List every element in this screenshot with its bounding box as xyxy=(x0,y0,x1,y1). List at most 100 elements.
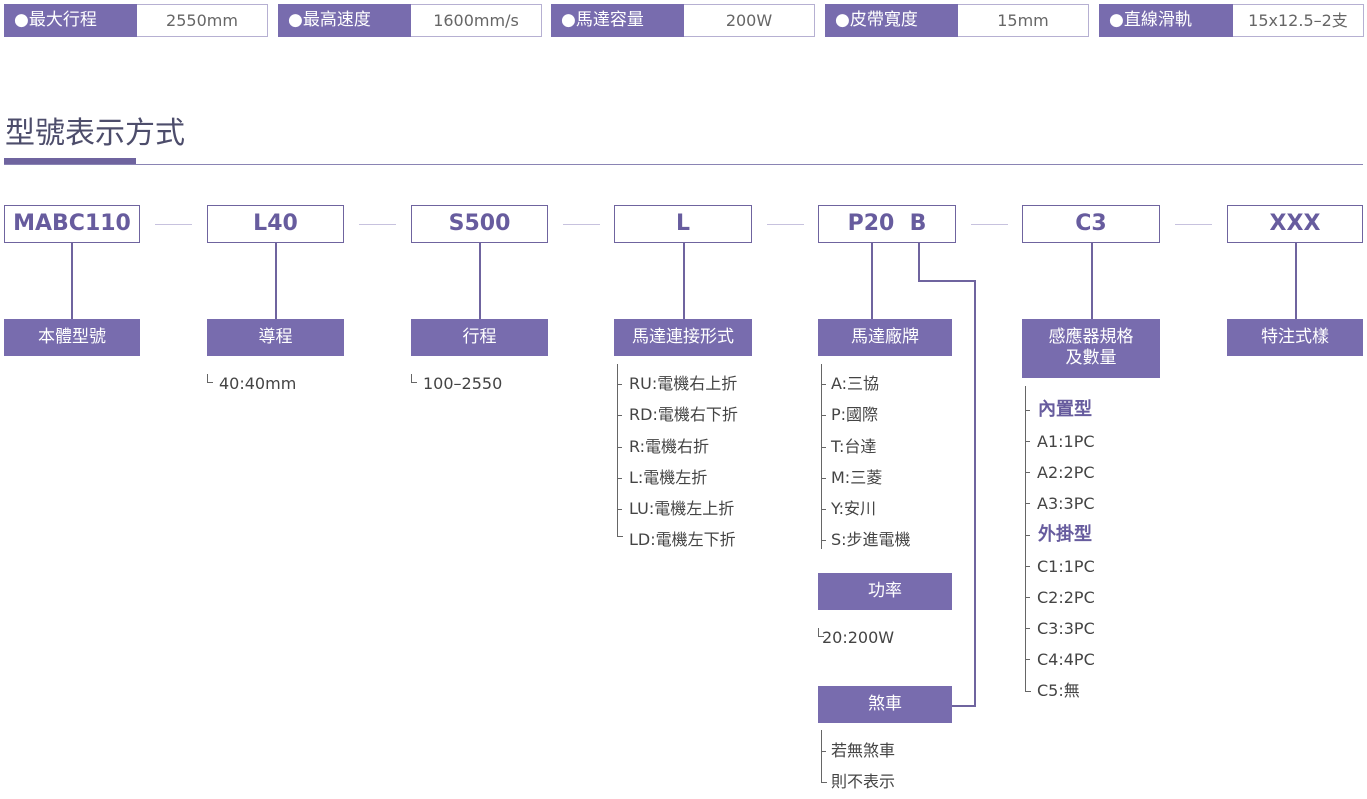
option-mount: RD:電機右下折 xyxy=(629,405,738,424)
option-brake: 則不表示 xyxy=(831,772,896,791)
spec-motor-capacity: ●馬達容量 200W xyxy=(551,4,815,37)
separator-dash xyxy=(563,224,600,225)
bracket-tick xyxy=(1025,659,1030,660)
bracket-tick xyxy=(821,384,826,385)
spec-value: 200W xyxy=(684,4,815,37)
option-brand: T:台達 xyxy=(831,437,877,456)
option-brand: P:國際 xyxy=(831,405,879,424)
bracket-tick xyxy=(1025,472,1030,473)
connector xyxy=(871,243,873,319)
bracket-tick xyxy=(821,447,826,448)
divider-accent xyxy=(4,158,136,164)
sensor-group-title: 內置型 xyxy=(1038,399,1092,420)
bracket xyxy=(207,374,213,383)
option-lead: 40:40mm xyxy=(219,374,297,393)
separator-dash xyxy=(971,224,1008,225)
bracket xyxy=(1025,683,1031,692)
separator-dash xyxy=(1175,224,1212,225)
spec-value: 1600mm/s xyxy=(411,4,542,37)
divider xyxy=(4,164,1363,165)
option-mount: R:電機右折 xyxy=(629,437,710,456)
connector xyxy=(1295,243,1297,319)
bracket xyxy=(821,774,827,783)
spec-label: ●皮帶寬度 xyxy=(825,4,958,37)
option-mount: RU:電機右上折 xyxy=(629,374,738,393)
option-sensor: C1:1PC xyxy=(1037,557,1095,576)
brake-connector xyxy=(974,280,976,706)
spec-value: 2550mm xyxy=(137,4,268,37)
brake-connector xyxy=(918,280,975,282)
option-sensor: C3:3PC xyxy=(1037,619,1095,638)
connector xyxy=(71,243,73,319)
code-brand-brake: P20 B xyxy=(818,205,956,243)
option-sensor: C2:2PC xyxy=(1037,588,1095,607)
option-mount: LD:電機左下折 xyxy=(629,530,736,549)
spec-stroke: ●最大行程 2550mm xyxy=(4,4,268,37)
label-stroke: 行程 xyxy=(411,319,548,356)
option-mount: LU:電機左上折 xyxy=(629,499,735,518)
option-sensor: C5:無 xyxy=(1037,681,1080,700)
option-brand: A:三協 xyxy=(831,374,880,393)
code-special: XXX xyxy=(1227,205,1363,243)
option-sensor: A2:2PC xyxy=(1037,463,1095,482)
bracket-tick xyxy=(1025,566,1030,567)
bracket-tick xyxy=(617,447,622,448)
label-sensor: 感應器規格 及數量 xyxy=(1022,319,1160,378)
brake-connector xyxy=(952,705,976,707)
code-lead: L40 xyxy=(207,205,344,243)
label-special: 特注式樣 xyxy=(1227,319,1363,356)
bracket-tick xyxy=(617,415,622,416)
connector xyxy=(1091,243,1093,319)
connector xyxy=(479,243,481,319)
bracket-tick xyxy=(1025,628,1030,629)
bracket-tick xyxy=(1025,410,1030,411)
brake-connector xyxy=(918,243,920,281)
option-sensor: A3:3PC xyxy=(1037,494,1095,513)
bracket-tick xyxy=(1025,503,1030,504)
spec-label: ●馬達容量 xyxy=(551,4,684,37)
label-power: 功率 xyxy=(818,573,952,610)
option-brake: 若無煞車 xyxy=(831,741,896,760)
connector xyxy=(683,243,685,319)
separator-dash xyxy=(359,224,396,225)
option-stroke: 100–2550 xyxy=(423,374,503,393)
bracket xyxy=(617,364,618,536)
label-motor-mount: 馬達連接形式 xyxy=(614,319,752,356)
option-power: 20:200W xyxy=(822,628,895,647)
separator-dash xyxy=(155,224,192,225)
label-model: 本體型號 xyxy=(4,319,140,356)
section-title: 型號表示方式 xyxy=(5,116,185,151)
bracket xyxy=(821,364,822,549)
option-brand: Y:安川 xyxy=(831,499,877,518)
option-brand: M:三菱 xyxy=(831,468,883,487)
spec-value: 15mm xyxy=(958,4,1089,37)
bracket xyxy=(1025,386,1026,691)
bracket-tick xyxy=(821,509,826,510)
bracket-tick xyxy=(1025,441,1030,442)
code-model: MABC110 xyxy=(4,205,140,243)
bracket-tick xyxy=(821,540,826,541)
code-motor-mount: L xyxy=(614,205,752,243)
bracket-tick xyxy=(617,384,622,385)
code-stroke: S500 xyxy=(411,205,548,243)
bracket-tick xyxy=(1025,535,1030,536)
option-brand: S:步進電機 xyxy=(831,530,911,549)
spec-label: ●直線滑軌 xyxy=(1099,4,1233,37)
spec-belt-width: ●皮帶寬度 15mm xyxy=(825,4,1089,37)
spec-label: ●最大行程 xyxy=(4,4,137,37)
bracket-tick xyxy=(617,509,622,510)
spec-speed: ●最高速度 1600mm/s xyxy=(278,4,542,37)
option-sensor: A1:1PC xyxy=(1037,432,1095,451)
code-sensor: C3 xyxy=(1022,205,1160,243)
option-sensor: C4:4PC xyxy=(1037,650,1095,669)
spec-linear-rail: ●直線滑軌 15x12.5–2支 xyxy=(1099,4,1364,37)
option-mount: L:電機左折 xyxy=(629,468,708,487)
bracket-tick xyxy=(821,751,826,752)
bracket-tick xyxy=(1025,597,1030,598)
bracket-tick xyxy=(617,478,622,479)
label-brake: 煞車 xyxy=(818,686,952,723)
sensor-group-title: 外掛型 xyxy=(1038,524,1092,545)
label-motor-brand: 馬達廠牌 xyxy=(818,319,952,356)
spec-label: ●最高速度 xyxy=(278,4,411,37)
spec-value: 15x12.5–2支 xyxy=(1233,4,1364,37)
